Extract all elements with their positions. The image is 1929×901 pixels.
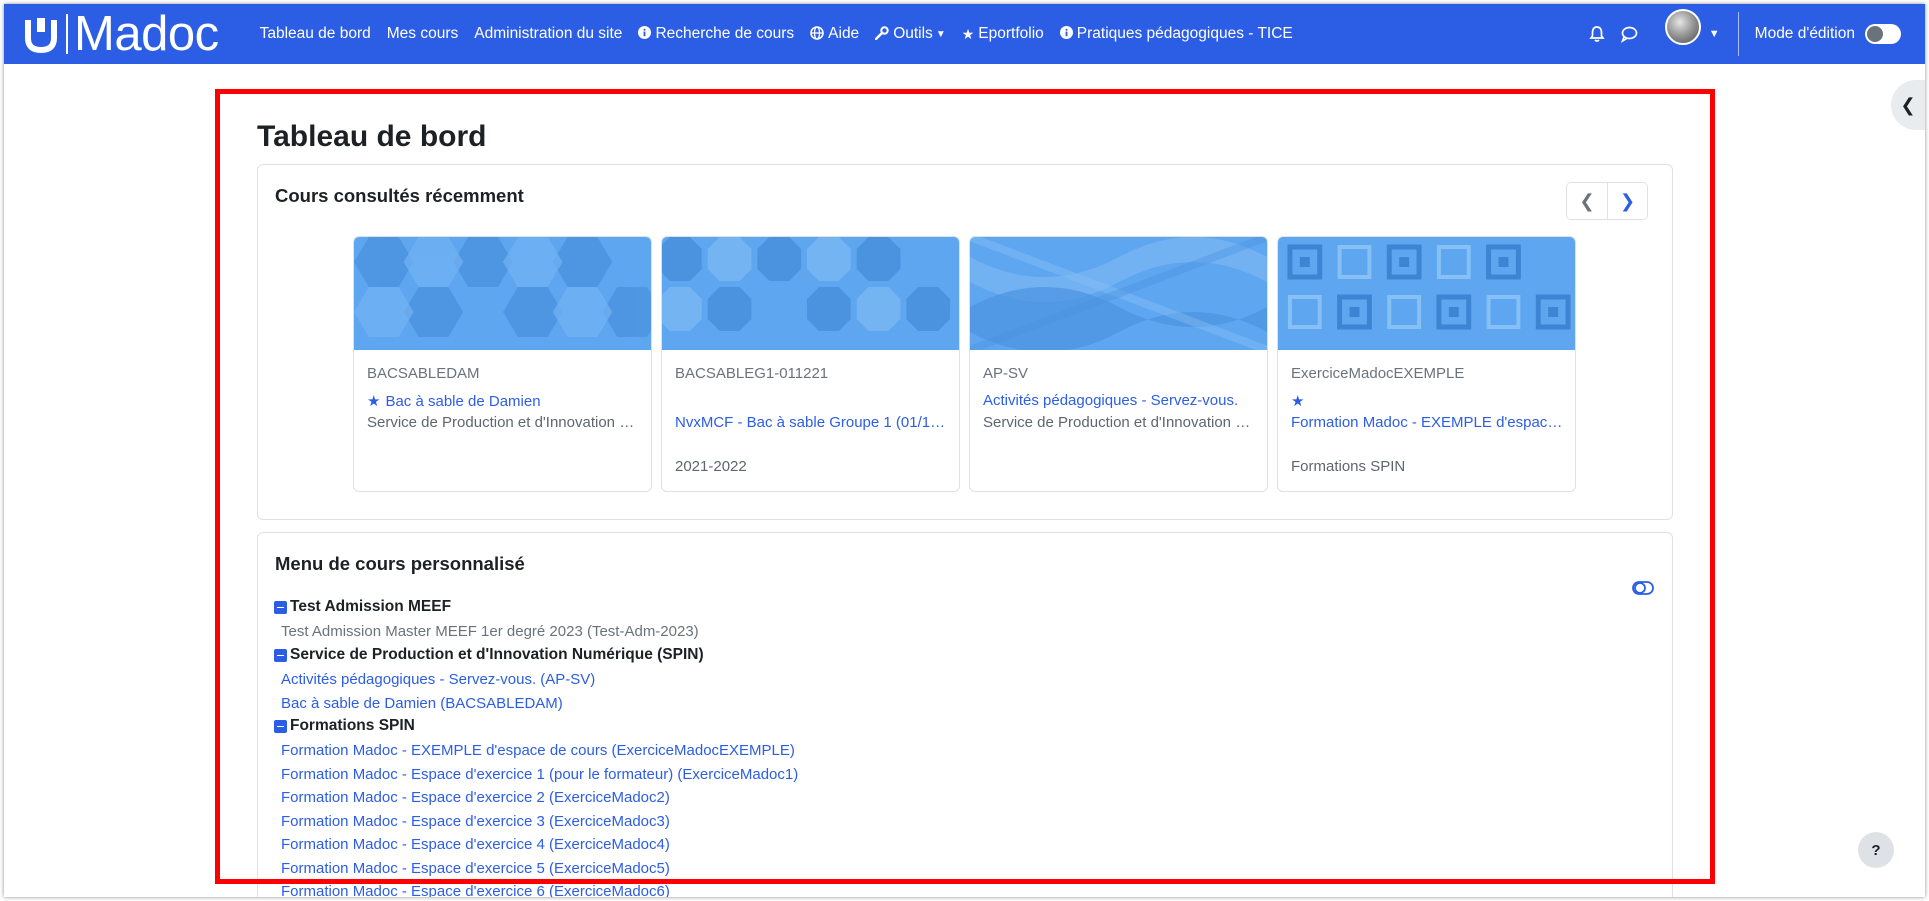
previous-page-button[interactable]: ❮: [1567, 183, 1607, 219]
chevron-left-icon: ❮: [1579, 190, 1595, 211]
course-name: Bac à sable de Damien: [385, 393, 541, 410]
globe-icon: [810, 25, 824, 43]
nav-help[interactable]: Aide: [810, 25, 859, 43]
recent-courses-pager: ❮ ❯: [1566, 182, 1648, 220]
nav-pedagogical-practices[interactable]: Pratiques pédagogiques - TICE: [1059, 25, 1293, 43]
course-shortname: AP-SV: [983, 365, 1029, 382]
course-image-waves: [970, 237, 1267, 354]
nav-pedagogical-practices-label: Pratiques pédagogiques - TICE: [1076, 25, 1293, 42]
course-category: Formations SPIN: [1291, 458, 1406, 475]
madoc-logo-icon: [25, 18, 57, 54]
browser-window: Madoc Tableau de bord Mes cours Administ…: [4, 4, 1925, 897]
collapse-icon: [274, 719, 287, 733]
star-icon: ★: [961, 25, 975, 42]
nav-dashboard-label: Tableau de bord: [259, 25, 371, 42]
course-link[interactable]: Formation Madoc - Espace d'exercice 4 (E…: [274, 833, 798, 857]
chevron-left-icon: ❮: [1900, 94, 1916, 115]
course-name-link[interactable]: Formation Madoc - EXEMPLE d'espace de co…: [1291, 414, 1566, 431]
recent-courses-title: Cours consultés récemment: [275, 185, 524, 206]
edit-mode-toggle[interactable]: [1865, 24, 1901, 44]
course-card[interactable]: BACSABLEG1-011221 NvxMCF - Bac à sable G…: [661, 236, 960, 492]
course-link[interactable]: Formation Madoc - Espace d'exercice 3 (E…: [274, 810, 798, 834]
course-link[interactable]: Formation Madoc - Espace d'exercice 6 (E…: [274, 880, 798, 897]
course-image-hexagons: [354, 237, 651, 350]
bell-icon[interactable]: [1587, 24, 1607, 44]
course-image-squares: [1278, 237, 1575, 350]
chat-bubble-icon[interactable]: [1619, 24, 1639, 44]
open-drawer-button[interactable]: ❮: [1891, 80, 1925, 130]
custom-course-menu-title: Menu de cours personnalisé: [275, 553, 525, 574]
chevron-down-icon: ▼: [935, 28, 946, 40]
user-avatar[interactable]: [1664, 9, 1701, 45]
category-label: Formations SPIN: [290, 717, 415, 734]
brand-separator: [66, 14, 68, 54]
category-toggle[interactable]: Service de Production et d'Innovation Nu…: [274, 644, 798, 666]
collapse-icon: [274, 648, 287, 662]
info-circle-icon: [1059, 26, 1073, 42]
nav-course-search-label: Recherche de cours: [655, 25, 795, 42]
course-link[interactable]: Formation Madoc - Espace d'exercice 2 (E…: [274, 786, 798, 810]
course-name-link[interactable]: NvxMCF - Bac à sable Groupe 1 (01/12/202…: [675, 414, 950, 431]
next-page-button[interactable]: ❯: [1607, 183, 1647, 219]
edit-mode-label: Mode d'édition: [1754, 25, 1855, 42]
info-circle-icon: [638, 26, 652, 42]
custom-course-menu-block: Menu de cours personnalisé Test Admissio…: [257, 532, 1673, 897]
course-link[interactable]: Formation Madoc - Espace d'exercice 1 (p…: [274, 763, 798, 787]
nav-eportfolio[interactable]: ★ Eportfolio: [962, 25, 1044, 43]
nav-dashboard[interactable]: Tableau de bord: [260, 25, 371, 43]
category-label: Service de Production et d'Innovation Nu…: [290, 646, 704, 663]
course-card[interactable]: ExerciceMadocEXEMPLE ★ Formation Madoc -…: [1277, 236, 1576, 492]
collapse-icon: [274, 600, 287, 614]
course-category: 2021-2022: [675, 458, 747, 475]
course-link[interactable]: Formation Madoc - Espace d'exercice 5 (E…: [274, 857, 798, 881]
favourite-indicator: ★: [1291, 392, 1566, 410]
course-shortname: BACSABLEG1-011221: [675, 365, 829, 382]
course-card[interactable]: AP-SV Activités pédagogiques - Servez-vo…: [969, 236, 1268, 492]
brand-logo[interactable]: Madoc: [24, 4, 219, 64]
nav-site-admin[interactable]: Administration du site: [474, 25, 622, 43]
brand-name: Madoc: [74, 7, 219, 61]
course-cards: BACSABLEDAM ★ Bac à sable de Damien Servi…: [353, 236, 1576, 492]
nav-my-courses[interactable]: Mes cours: [387, 25, 459, 43]
course-name-link[interactable]: Activités pédagogiques - Servez-vous.: [983, 392, 1258, 409]
nav-help-label: Aide: [828, 25, 860, 42]
recent-courses-block: Cours consultés récemment ❮ ❯ BACSABLEDA…: [257, 164, 1673, 520]
nav-eportfolio-label: Eportfolio: [978, 25, 1044, 42]
course-shortname: BACSABLEDAM: [367, 365, 480, 382]
course-shortname: ExerciceMadocEXEMPLE: [1291, 365, 1465, 382]
category-toggle[interactable]: Formations SPIN: [274, 715, 798, 737]
course-link[interactable]: Formation Madoc - EXEMPLE d'espace de co…: [274, 739, 798, 763]
course-category: Service de Production et d'Innovation Nu…: [367, 414, 642, 431]
help-button[interactable]: ?: [1858, 832, 1894, 868]
category-label: Test Admission MEEF: [290, 598, 452, 615]
nav-site-admin-label: Administration du site: [474, 25, 623, 42]
course-link[interactable]: Bac à sable de Damien (BACSABLEDAM): [274, 692, 798, 716]
course-card[interactable]: BACSABLEDAM ★ Bac à sable de Damien Servi…: [353, 236, 652, 492]
navbar-divider: [1737, 12, 1739, 56]
course-category: Service de Production et d'Innovation Nu…: [983, 414, 1258, 431]
course-menu-list: Test Admission MEEF Test Admission Maste…: [274, 596, 798, 897]
top-navbar: Madoc Tableau de bord Mes cours Administ…: [4, 4, 1925, 64]
primary-navigation: Tableau de bord Mes cours Administration…: [260, 25, 1309, 43]
nav-my-courses-label: Mes cours: [386, 25, 459, 42]
nav-tools-label: Outils: [893, 25, 933, 42]
star-icon: ★: [1291, 393, 1305, 410]
chevron-right-icon: ❯: [1619, 190, 1636, 211]
page-title: Tableau de bord: [257, 120, 487, 153]
course-entry: Test Admission Master MEEF 1er degré 202…: [281, 623, 699, 640]
nav-tools-dropdown[interactable]: Outils ▼: [874, 25, 946, 43]
course-link[interactable]: Activités pédagogiques - Servez-vous. (A…: [274, 668, 798, 692]
chevron-down-icon[interactable]: ▼: [1709, 28, 1720, 40]
wrench-icon: [874, 25, 889, 43]
nav-course-search[interactable]: Recherche de cours: [638, 25, 794, 43]
star-icon: ★: [367, 393, 381, 410]
course-name-link[interactable]: ★ Bac à sable de Damien: [367, 392, 642, 410]
course-image-octagons: [662, 237, 959, 350]
category-toggle[interactable]: Test Admission MEEF: [274, 596, 798, 618]
navbar-user-area: ▼ Mode d'édition: [1587, 4, 1925, 64]
toggle-edit-icon[interactable]: [1632, 581, 1654, 595]
